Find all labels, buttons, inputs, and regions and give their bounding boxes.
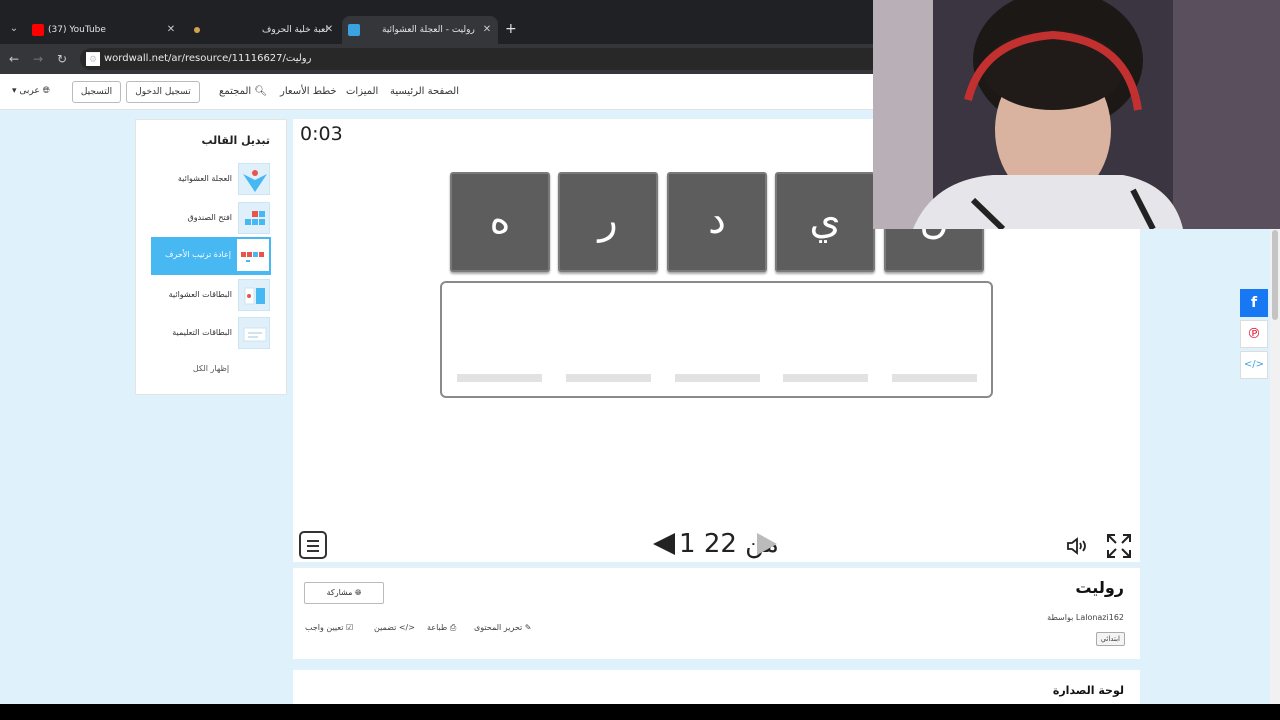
embed-code-icon[interactable]: </> — [1240, 351, 1268, 379]
template-anagram[interactable]: إعادة ترتيب الأحرف — [151, 237, 271, 275]
wordwall-icon — [348, 24, 360, 36]
answer-box[interactable] — [440, 281, 993, 398]
activity-title: روليت — [1075, 578, 1124, 597]
author-byline: بواسطة Lalonazi162 — [1047, 613, 1124, 622]
print-label: طباعة — [427, 623, 448, 632]
answer-slot[interactable] — [675, 374, 760, 382]
next-arrow-icon[interactable] — [757, 533, 777, 555]
template-label: البطاقات التعليمية — [172, 328, 232, 337]
facebook-icon[interactable]: f — [1240, 289, 1268, 317]
pinterest-icon[interactable]: ℗ — [1240, 320, 1268, 348]
site-info-icon[interactable]: ⚙ — [86, 52, 100, 66]
search-icon: 🔍︎ — [254, 86, 268, 97]
nav-community-label: المجتمع — [219, 86, 252, 97]
anagram-thumb-icon — [237, 239, 269, 271]
level-badge[interactable]: ابتدائي — [1095, 632, 1125, 646]
tab-search-icon[interactable]: ⌄ — [5, 21, 23, 37]
letter-tile[interactable]: ه — [450, 172, 550, 272]
browser-window: { "tabs": [ {"title": "(37) YouTube", "f… — [0, 0, 1280, 720]
new-tab-icon[interactable]: + — [505, 20, 517, 38]
signup-button[interactable]: التسجيل — [72, 81, 121, 103]
nav-features[interactable]: الميزات — [346, 74, 378, 110]
tab-wordwall[interactable]: روليت - العجلة العشوائية ✕ — [342, 16, 498, 44]
chevron-down-icon: ▾ — [12, 86, 17, 96]
answer-slot[interactable] — [457, 374, 542, 382]
nav-pricing[interactable]: خطط الأسعار — [280, 74, 337, 110]
tab-title: (37) YouTube — [48, 25, 106, 35]
sound-icon[interactable] — [1065, 534, 1089, 558]
share-label: مشاركة — [326, 588, 353, 597]
template-open-box[interactable]: افتح الصندوق — [152, 200, 272, 238]
letter-tile[interactable]: د — [667, 172, 767, 272]
leaderboard-title: لوحة الصدارة — [1052, 684, 1124, 697]
assign-label: تعيين واجب — [305, 623, 344, 632]
embed-label: تضمين — [374, 623, 397, 632]
tab-title: روليت - العجلة العشوائية — [382, 25, 475, 35]
forward-icon[interactable]: → — [30, 51, 46, 67]
reload-icon[interactable]: ↻ — [54, 51, 70, 67]
url-text[interactable]: wordwall.net/ar/resource/11116627/روليت — [104, 48, 311, 70]
nav-community[interactable]: المجتمع 🔍︎ — [219, 74, 267, 110]
close-icon[interactable]: ✕ — [480, 16, 494, 44]
print-link[interactable]: طباعة ⎙ — [427, 623, 456, 633]
template-flash-cards[interactable]: البطاقات التعليمية — [152, 315, 272, 353]
language-label: عربى — [19, 86, 40, 96]
login-button[interactable]: تسجيل الدخول — [126, 81, 200, 103]
template-label: افتح الصندوق — [187, 213, 232, 222]
edit-label: تحرير المحتوى — [474, 623, 523, 632]
flashcards-thumb-icon — [238, 317, 270, 349]
taskbar-strip — [0, 704, 1280, 720]
pencil-icon: ✎ — [524, 623, 532, 632]
letter-tile[interactable]: ر — [558, 172, 658, 272]
fullscreen-icon[interactable] — [1106, 533, 1132, 559]
nav-home[interactable]: الصفحة الرئيسية — [390, 74, 459, 110]
tab-letters-game[interactable]: لعبة خلية الحروف ✕ — [190, 19, 336, 41]
cards-thumb-icon — [238, 279, 270, 311]
show-all-link[interactable]: إظهار الكل — [136, 364, 286, 373]
activity-info: روليت بواسطة Lalonazi162 ابتدائي مشاركة … — [293, 567, 1140, 659]
timer: 0:03 — [300, 123, 343, 145]
assign-link[interactable]: تعيين واجب ☑ — [305, 623, 353, 632]
language-selector[interactable]: ▾ عربى 🌐︎ — [12, 86, 50, 96]
switch-template-title: تبديل القالب — [201, 134, 270, 147]
template-random-wheel[interactable]: العجلة العشوائية — [152, 161, 272, 199]
template-label: العجلة العشوائية — [177, 174, 232, 183]
switch-template-panel: تبديل القالب العجلة العشوائية افتح الصند… — [135, 119, 287, 395]
menu-icon[interactable] — [299, 531, 327, 559]
close-icon[interactable]: ✕ — [164, 19, 178, 41]
answer-slot[interactable] — [783, 374, 868, 382]
site-icon — [194, 27, 200, 33]
share-button[interactable]: مشاركة 🌐︎ — [304, 582, 384, 604]
checkbox-icon: ☑ — [345, 623, 354, 632]
wheel-thumb-icon — [238, 163, 270, 195]
embed-link[interactable]: تضمين </> — [374, 623, 415, 632]
template-label: البطاقات العشوائية — [168, 290, 232, 299]
tab-title: لعبة خلية الحروف — [262, 25, 329, 35]
globe-icon: 🌐︎ — [42, 86, 50, 96]
scrollbar-thumb[interactable] — [1272, 230, 1278, 320]
template-label: إعادة ترتيب الأحرف — [165, 250, 231, 259]
globe-icon: 🌐︎ — [354, 588, 362, 597]
prev-arrow-icon[interactable] — [653, 533, 675, 555]
tab-youtube[interactable]: (37) YouTube ✕ — [32, 19, 178, 41]
back-icon[interactable]: ← — [6, 51, 22, 67]
edit-content-link[interactable]: تحرير المحتوى ✎ — [474, 623, 532, 632]
webcam-overlay — [873, 0, 1280, 229]
answer-slot[interactable] — [566, 374, 651, 382]
template-random-cards[interactable]: البطاقات العشوائية — [152, 277, 272, 315]
youtube-icon — [32, 24, 44, 36]
code-icon: </> — [398, 623, 415, 632]
letter-tile[interactable]: ي — [775, 172, 875, 272]
box-thumb-icon — [238, 202, 270, 234]
answer-slot[interactable] — [892, 374, 977, 382]
close-icon[interactable]: ✕ — [322, 19, 336, 41]
printer-icon: ⎙ — [449, 623, 457, 632]
